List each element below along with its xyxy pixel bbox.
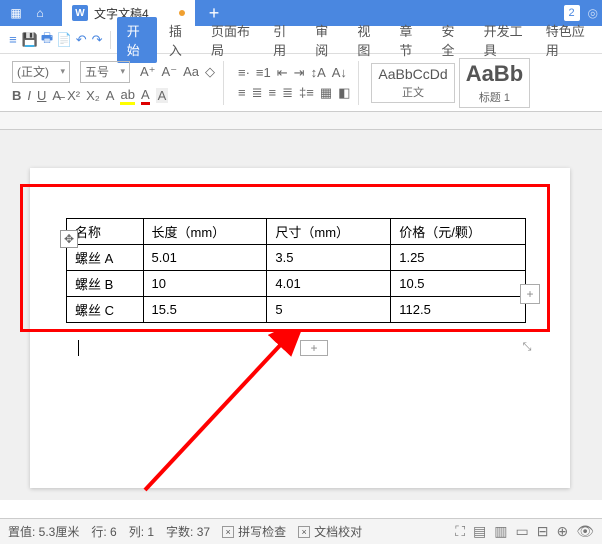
globe-icon[interactable]: ⊕ bbox=[556, 523, 568, 540]
underline-icon[interactable]: U bbox=[37, 88, 46, 103]
tab-developer[interactable]: 开发工具 bbox=[474, 17, 534, 63]
style-heading1[interactable]: AaBb 标题 1 bbox=[459, 58, 530, 108]
align-right-icon[interactable]: ≡ bbox=[269, 85, 277, 100]
tab-special[interactable]: 特色应用 bbox=[536, 17, 596, 63]
page[interactable]: ✥ 名称 长度（mm） 尺寸（mm） 价格（元/颗） 螺丝 A 5.01 3.5… bbox=[30, 168, 570, 488]
status-position[interactable]: 置值: 5.3厘米 bbox=[8, 523, 79, 540]
undo-icon[interactable]: ↶ bbox=[74, 31, 88, 49]
eye-icon[interactable]: 👁 bbox=[576, 523, 594, 540]
word-doc-icon: W bbox=[72, 5, 88, 21]
borders-icon[interactable]: ▦ bbox=[320, 85, 332, 101]
clear-format-icon[interactable]: ◇ bbox=[205, 64, 215, 80]
menubar: ≡ 💾 🖶 📄 ↶ ↷ 开始 插入 页面布局 引用 审阅 视图 章节 安全 开发… bbox=[0, 26, 602, 54]
add-row-button[interactable]: + bbox=[300, 340, 328, 356]
strike-icon[interactable]: A̶ bbox=[52, 88, 61, 103]
sort-icon[interactable]: A↓ bbox=[332, 65, 347, 80]
add-column-button[interactable]: + bbox=[520, 284, 540, 304]
table-header[interactable]: 尺寸（mm） bbox=[267, 219, 391, 245]
tab-review[interactable]: 审阅 bbox=[305, 17, 345, 63]
highlight-icon[interactable]: ab bbox=[120, 87, 134, 105]
bullets-icon[interactable]: ≡· bbox=[238, 65, 250, 80]
table-row: 螺丝 A 5.01 3.5 1.25 bbox=[67, 245, 526, 271]
home-icon[interactable]: ⌂ bbox=[31, 4, 49, 22]
web-layout-icon[interactable]: ▭ bbox=[516, 523, 529, 540]
tab-insert[interactable]: 插入 bbox=[159, 17, 199, 63]
page-area: ✥ 名称 长度（mm） 尺寸（mm） 价格（元/颗） 螺丝 A 5.01 3.5… bbox=[0, 130, 602, 500]
para-shading-icon[interactable]: ◧ bbox=[338, 85, 350, 101]
status-line[interactable]: 行: 6 bbox=[91, 523, 116, 540]
decrease-indent-icon[interactable]: ⇤ bbox=[277, 65, 288, 81]
status-proofing[interactable]: ×文档校对 bbox=[298, 523, 362, 540]
print-icon[interactable]: 🖶 bbox=[40, 31, 54, 49]
table-header[interactable]: 价格（元/颗） bbox=[391, 219, 526, 245]
tab-references[interactable]: 引用 bbox=[263, 17, 303, 63]
line-spacing-icon[interactable]: ‡≡ bbox=[299, 85, 314, 100]
superscript-icon[interactable]: X² bbox=[67, 88, 80, 103]
font-name-select[interactable]: (正文)▾ bbox=[12, 61, 70, 83]
outline-view-icon[interactable]: ⊟ bbox=[537, 523, 549, 540]
text-cursor bbox=[78, 340, 79, 356]
menu-icon[interactable]: ≡ bbox=[6, 31, 20, 49]
increase-font-icon[interactable]: A⁺ bbox=[140, 64, 156, 80]
table-move-handle[interactable]: ✥ bbox=[60, 230, 78, 248]
text-effect-icon[interactable]: A bbox=[106, 88, 115, 103]
table-row: 螺丝 B 10 4.01 10.5 bbox=[67, 271, 526, 297]
table-header[interactable]: 长度（mm） bbox=[143, 219, 267, 245]
decrease-font-icon[interactable]: A⁻ bbox=[162, 64, 178, 80]
status-charcount[interactable]: 字数: 37 bbox=[166, 523, 210, 540]
font-size-select[interactable]: 五号▾ bbox=[80, 61, 130, 83]
text-direction-icon[interactable]: ↕A bbox=[311, 65, 326, 80]
align-left-icon[interactable]: ≡ bbox=[238, 85, 246, 100]
subscript-icon[interactable]: X₂ bbox=[86, 88, 100, 103]
style-normal[interactable]: AaBbCcDd 正文 bbox=[371, 63, 454, 103]
tab-home[interactable]: 开始 bbox=[117, 17, 157, 63]
fullscreen-icon[interactable]: ⛶ bbox=[455, 523, 465, 540]
save-icon[interactable]: 💾 bbox=[22, 31, 38, 49]
table-row: 螺丝 C 15.5 5 112.5 bbox=[67, 297, 526, 323]
increase-indent-icon[interactable]: ⇥ bbox=[294, 65, 305, 81]
shading-icon[interactable]: A bbox=[156, 88, 169, 103]
italic-icon[interactable]: I bbox=[27, 88, 31, 103]
status-spellcheck[interactable]: ×拼写检查 bbox=[222, 523, 286, 540]
table-resize-handle[interactable]: ⤡ bbox=[520, 340, 534, 354]
preview-icon[interactable]: 📄 bbox=[56, 31, 72, 49]
wps-logo-icon[interactable]: ◎ bbox=[588, 6, 598, 20]
tab-security[interactable]: 安全 bbox=[432, 17, 472, 63]
tab-page-layout[interactable]: 页面布局 bbox=[201, 17, 261, 63]
tab-view[interactable]: 视图 bbox=[347, 17, 387, 63]
bold-icon[interactable]: B bbox=[12, 88, 21, 103]
table-row: 名称 长度（mm） 尺寸（mm） 价格（元/颗） bbox=[67, 219, 526, 245]
tab-sections[interactable]: 章节 bbox=[389, 17, 429, 63]
numbering-icon[interactable]: ≡1 bbox=[256, 65, 271, 80]
statusbar: 置值: 5.3厘米 行: 6 列: 1 字数: 37 ×拼写检查 ×文档校对 ⛶… bbox=[0, 518, 602, 544]
app-menu-icon[interactable]: ▦ bbox=[7, 4, 25, 22]
ribbon: (正文)▾ 五号▾ A⁺ A⁻ Aa ◇ B I U A̶ X² X₂ A ab… bbox=[0, 54, 602, 112]
change-case-icon[interactable]: Aa bbox=[183, 64, 199, 79]
reading-view-icon[interactable]: ▤ bbox=[473, 523, 486, 540]
unsaved-dot-icon bbox=[179, 10, 185, 16]
align-justify-icon[interactable]: ≣ bbox=[282, 85, 293, 101]
data-table[interactable]: 名称 长度（mm） 尺寸（mm） 价格（元/颗） 螺丝 A 5.01 3.5 1… bbox=[66, 218, 526, 323]
align-center-icon[interactable]: ≣ bbox=[252, 85, 263, 101]
ruler[interactable] bbox=[0, 112, 602, 130]
redo-icon[interactable]: ↷ bbox=[90, 31, 104, 49]
print-layout-icon[interactable]: ▥ bbox=[494, 523, 507, 540]
status-column[interactable]: 列: 1 bbox=[129, 523, 154, 540]
font-color-icon[interactable]: A bbox=[141, 87, 150, 105]
